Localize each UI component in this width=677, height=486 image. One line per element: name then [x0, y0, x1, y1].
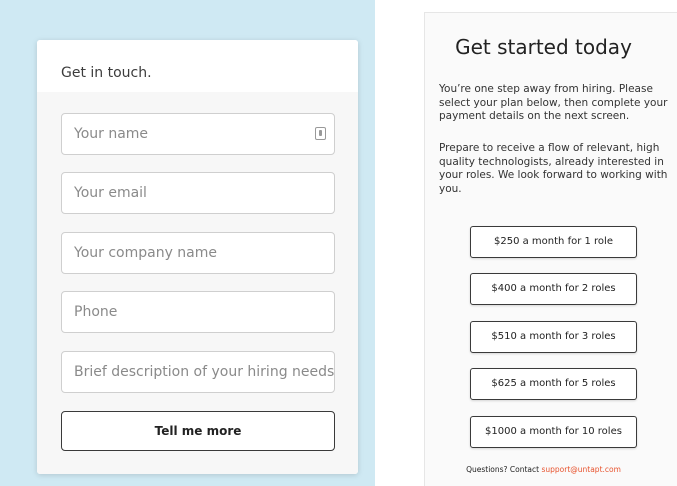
plan-button-10-roles[interactable]: $1000 a month for 10 roles [470, 416, 637, 448]
pricing-panel: Get started today You’re one step away f… [424, 12, 677, 486]
card-body: Your name Your email Your company name P… [37, 92, 358, 474]
pricing-description: Prepare to receive a flow of relevant, h… [439, 142, 668, 195]
company-placeholder: Your company name [74, 245, 218, 261]
description-placeholder: Brief description of your hiring needs [74, 364, 335, 380]
plan-button-2-roles[interactable]: $400 a month for 2 roles [470, 273, 637, 305]
footer-text: Questions? Contact [466, 465, 540, 474]
email-field[interactable]: Your email [61, 172, 335, 214]
company-field[interactable]: Your company name [61, 232, 335, 274]
plan-button-3-roles[interactable]: $510 a month for 3 roles [470, 321, 637, 353]
autofill-icon[interactable] [315, 127, 326, 140]
phone-field[interactable]: Phone [61, 291, 335, 333]
description-field[interactable]: Brief description of your hiring needs [61, 351, 335, 393]
questions-footer: Questions? Contact support@untapt.com [425, 465, 662, 474]
pricing-intro: You’re one step away from hiring. Please… [439, 83, 668, 122]
pricing-title: Get started today [455, 35, 632, 59]
email-placeholder: Your email [74, 185, 147, 201]
card-title: Get in touch. [61, 65, 152, 81]
name-placeholder: Your name [74, 126, 149, 142]
support-email-link[interactable]: support@untapt.com [541, 465, 620, 474]
contact-card: Get in touch. Your name Your email Your … [37, 40, 358, 474]
phone-placeholder: Phone [74, 304, 118, 320]
plan-button-1-role[interactable]: $250 a month for 1 role [470, 226, 637, 258]
tell-me-more-button[interactable]: Tell me more [61, 411, 335, 451]
name-field[interactable]: Your name [61, 113, 335, 155]
plan-button-5-roles[interactable]: $625 a month for 5 roles [470, 368, 637, 400]
